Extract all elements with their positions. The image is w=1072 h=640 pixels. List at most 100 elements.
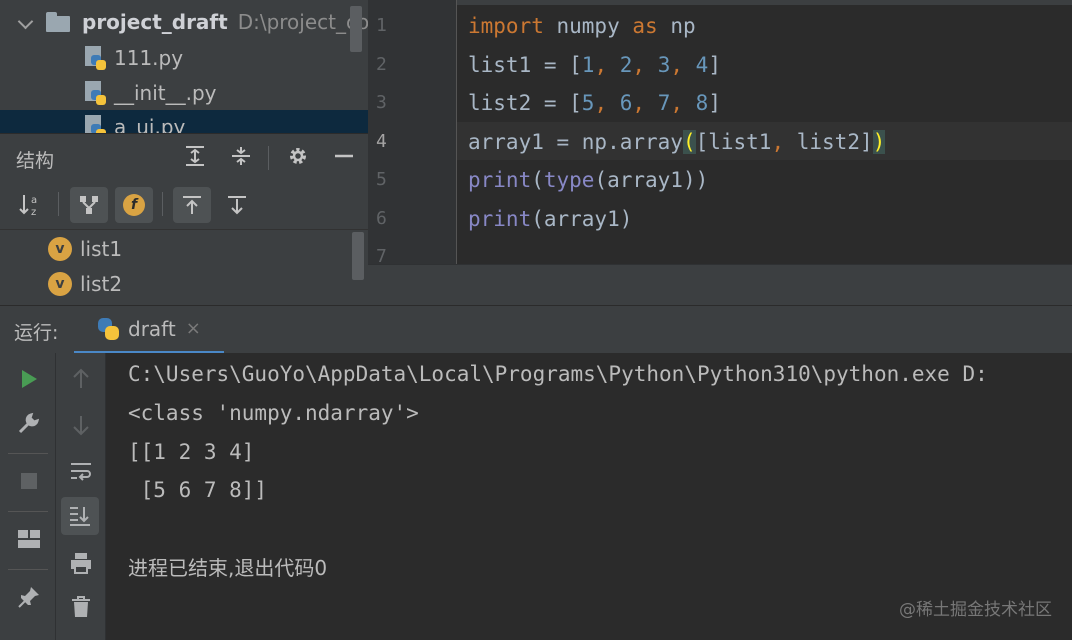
run-label: 运行: [14, 322, 59, 344]
console-line: <class 'numpy.ndarray'> [128, 401, 419, 425]
svg-text:z: z [31, 207, 36, 218]
run-toolbar-primary [0, 353, 56, 640]
arrow-up-icon[interactable] [63, 361, 99, 397]
file-name: __init__.py [114, 81, 217, 105]
line-number: 6 [376, 207, 387, 229]
close-icon[interactable]: × [186, 318, 201, 339]
variable-icon: v [48, 237, 72, 261]
tree-file-init-py[interactable]: __init__.py [82, 76, 217, 110]
code-token: print [468, 206, 532, 231]
file-name: a_ui.py [114, 115, 186, 133]
expand-all-icon[interactable] [182, 144, 208, 170]
soft-wrap-icon[interactable] [63, 453, 99, 489]
code-token: 2 [619, 52, 633, 77]
project-path: D:\project_coo [237, 10, 368, 34]
structure-scrollbar[interactable] [352, 232, 364, 280]
structure-panel: 结构 az f v list1 v list2 [0, 133, 368, 305]
code-token: 1 [581, 52, 595, 77]
code-token: , [594, 52, 620, 77]
toolbar-divider [58, 192, 59, 216]
structure-item-label: list1 [80, 237, 123, 261]
sort-alpha-icon[interactable]: az [12, 187, 50, 223]
code-line[interactable]: import numpy as np [468, 7, 696, 45]
code-token: (array1) [531, 206, 633, 231]
code-token: ] [708, 91, 721, 115]
code-token: list2 = [ [468, 91, 582, 115]
python-file-icon [82, 114, 108, 133]
python-icon [96, 317, 120, 341]
structure-item-label: list2 [80, 272, 123, 296]
code-token: print [468, 168, 532, 192]
layout-icon[interactable] [11, 521, 47, 557]
trash-icon[interactable] [63, 589, 99, 625]
run-toolbar-secondary [56, 353, 106, 640]
structure-item-list1[interactable]: v list1 [48, 234, 122, 264]
code-token: 5 [581, 91, 595, 115]
show-inherited-icon[interactable] [70, 187, 108, 223]
structure-toolbar: az f [0, 180, 368, 230]
tree-scrollbar[interactable] [350, 6, 362, 52]
editor-top-strip [368, 0, 1072, 5]
rerun-play-icon[interactable] [11, 361, 47, 397]
print-icon[interactable] [63, 545, 99, 581]
code-token: type [543, 168, 595, 192]
code-editor[interactable]: 1234567 import numpy as np list1 = [1, 2,… [368, 0, 1072, 305]
tree-file-a-ui-py[interactable]: a_ui.py [0, 110, 368, 133]
code-token: , [594, 91, 620, 115]
code-token: , [632, 52, 658, 77]
wrench-icon[interactable] [11, 405, 47, 441]
code-line[interactable]: array1 = np.array([list1, list2]) [468, 123, 886, 161]
run-console-output[interactable]: C:\Users\GuoYo\AppData\Local\Programs\Py… [106, 353, 1072, 640]
run-toolwindow-header: 运行: draft × [0, 305, 1072, 354]
code-token: ) [872, 129, 886, 154]
code-token: 4 [695, 52, 709, 77]
toolbar-divider [8, 453, 48, 454]
autoscroll-from-source-icon[interactable] [218, 187, 256, 223]
chevron-down-icon[interactable] [18, 14, 34, 30]
field-icon: f [123, 194, 145, 216]
code-token: 7 [657, 91, 671, 115]
collapse-all-icon[interactable] [228, 144, 254, 170]
code-token: , [632, 91, 658, 115]
code-token: array1 = np.array [468, 129, 683, 154]
python-file-icon [82, 45, 108, 71]
code-token: list2] [796, 129, 873, 154]
minimize-icon[interactable] [331, 144, 357, 170]
line-number: 2 [376, 53, 387, 75]
show-fields-button[interactable]: f [115, 187, 153, 223]
python-file-icon [82, 80, 108, 106]
code-token: ( [531, 168, 544, 192]
header-divider [268, 146, 269, 170]
code-token: list1 = [ [468, 52, 582, 77]
code-token: (array1)) [594, 168, 709, 192]
code-token: ] [708, 52, 721, 77]
code-token: 3 [657, 52, 671, 77]
code-line[interactable]: list2 = [5, 6, 7, 8] [468, 84, 721, 122]
code-token: 6 [619, 91, 633, 115]
code-line[interactable]: list1 = [1, 2, 3, 4] [468, 46, 721, 84]
code-token: , [670, 91, 696, 115]
pin-icon[interactable] [11, 579, 47, 615]
stop-icon[interactable] [11, 463, 47, 499]
code-line[interactable]: print(array1) [468, 200, 632, 238]
structure-item-list2[interactable]: v list2 [48, 269, 122, 299]
code-line[interactable]: print(type(array1)) [468, 161, 708, 199]
toolbar-divider [8, 569, 48, 570]
code-token: ( [682, 129, 696, 154]
toolbar-divider [8, 511, 48, 512]
line-number: 4 [376, 130, 387, 152]
line-number: 1 [376, 15, 387, 36]
code-token: as [632, 14, 658, 38]
autoscroll-to-source-icon[interactable] [173, 187, 211, 223]
tree-file-111-py[interactable]: 111.py [82, 41, 183, 75]
line-number: 3 [376, 92, 387, 113]
tree-root-project-draft[interactable]: project_draft D:\project_coo [18, 5, 368, 39]
gear-icon[interactable] [285, 144, 311, 170]
tab-draft[interactable]: draft × [74, 306, 224, 354]
line-number: 5 [376, 169, 387, 190]
project-name: project_draft [82, 10, 228, 34]
console-line: [[1 2 3 4] [128, 440, 255, 464]
code-token: import [468, 14, 544, 38]
arrow-down-icon[interactable] [63, 407, 99, 443]
scroll-to-end-icon[interactable] [61, 497, 99, 535]
